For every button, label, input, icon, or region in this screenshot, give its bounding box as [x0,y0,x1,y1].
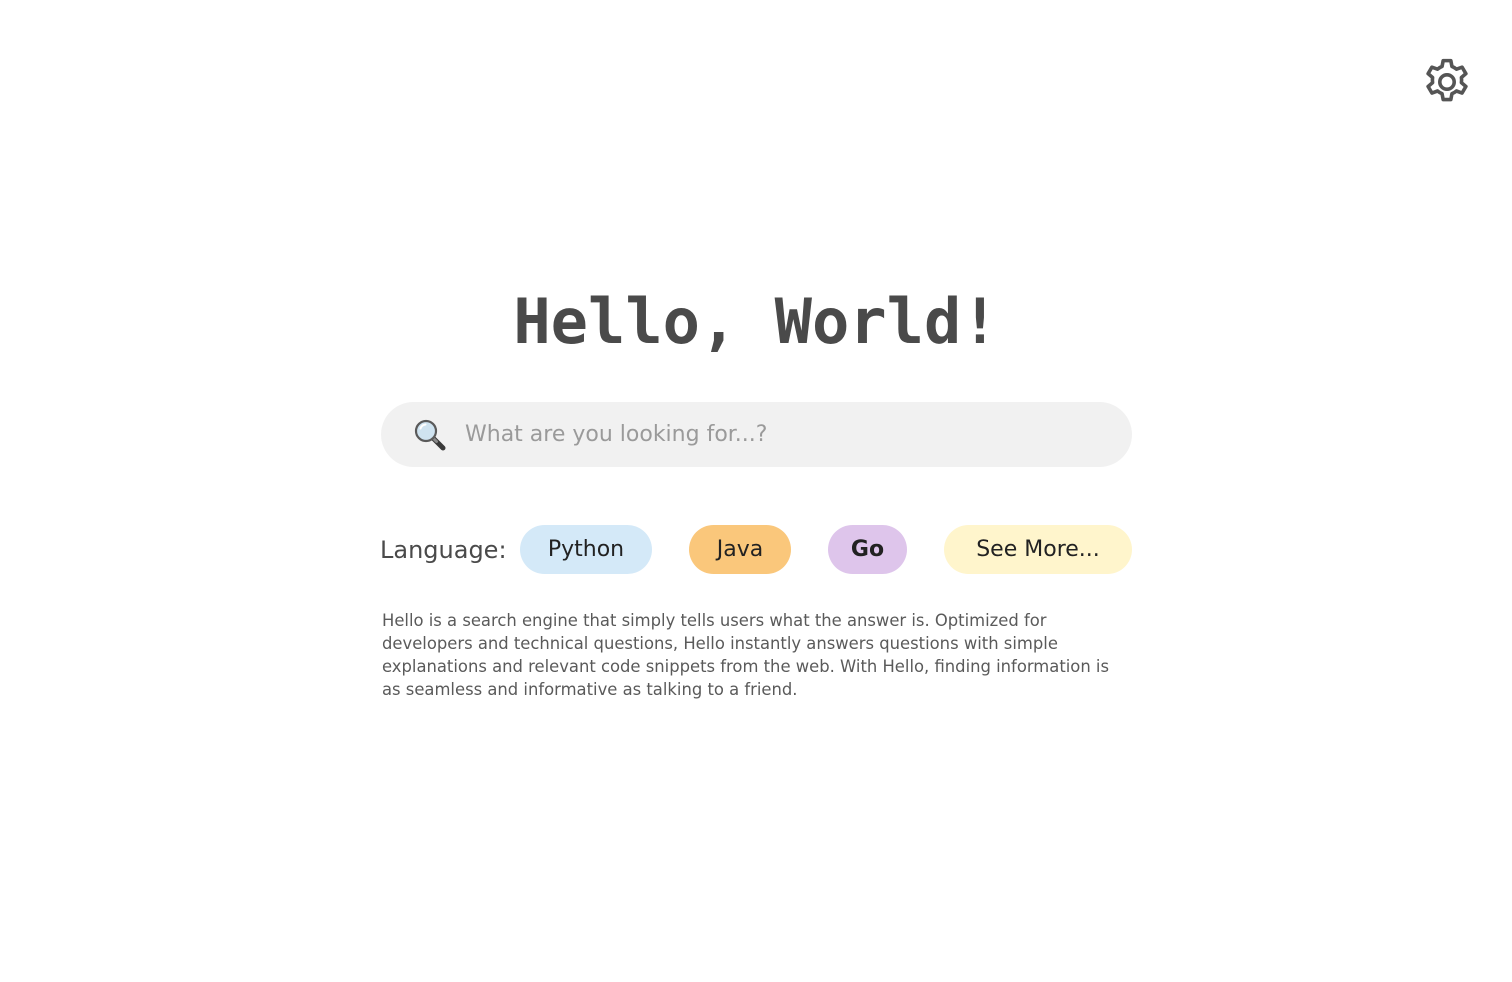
see-more-button[interactable]: See More... [944,525,1132,574]
language-label: Language: [380,536,507,564]
search-icon [412,417,448,453]
language-chip-python[interactable]: Python [520,525,652,574]
gear-icon [1420,55,1474,109]
language-chip-java[interactable]: Java [689,525,791,574]
search-bar[interactable] [381,402,1132,467]
language-chip-go[interactable]: Go [828,525,907,574]
description-text: Hello is a search engine that simply tel… [382,611,1110,699]
page-title: Hello, World! [513,285,999,358]
settings-button[interactable] [1420,55,1474,109]
search-input[interactable] [465,402,1105,467]
language-selector: Language: Python Java Go See More... [380,525,1140,575]
